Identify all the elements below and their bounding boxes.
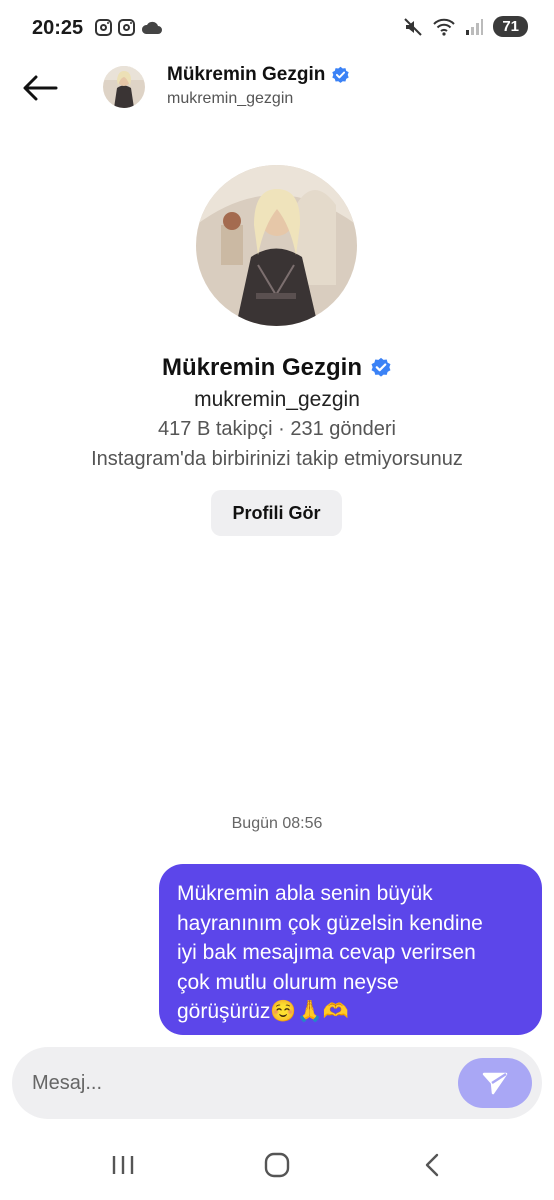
instagram-icon: [118, 19, 135, 36]
recent-apps-button[interactable]: [103, 1148, 143, 1182]
home-button[interactable]: [257, 1148, 297, 1182]
contact-username: mukremin_gezgin: [167, 90, 294, 107]
send-icon: [482, 1072, 508, 1095]
battery-icon: 71: [493, 16, 528, 37]
sent-message-bubble[interactable]: Mükremin abla senin büyük hayranınım çok…: [159, 864, 542, 1035]
message-timestamp: Bugün 08:56: [231, 815, 323, 832]
arrow-left-icon: [23, 75, 58, 101]
profile-avatar[interactable]: [196, 165, 357, 326]
instagram-icon: [95, 19, 112, 36]
send-button[interactable]: [458, 1058, 532, 1108]
header-avatar[interactable]: [103, 66, 145, 108]
recent-apps-icon: [112, 1156, 134, 1174]
profile-stats: 417 B takipçi · 231 gönderi: [158, 418, 396, 440]
back-button[interactable]: [18, 68, 62, 108]
system-icons: 71: [403, 16, 528, 37]
wifi-icon: [433, 18, 456, 36]
system-nav-bar: [0, 1130, 554, 1200]
signal-icon: [466, 18, 484, 35]
notification-icons: [95, 19, 163, 36]
profile-username: mukremin_gezgin: [194, 388, 360, 411]
message-composer: [12, 1047, 542, 1119]
header-name-row[interactable]: Mükremin Gezgin: [167, 64, 350, 86]
chevron-left-icon: [425, 1153, 439, 1177]
profile-name-row: Mükremin Gezgin: [0, 354, 554, 382]
view-profile-button[interactable]: Profili Gör: [211, 490, 342, 536]
profile-name: Mükremin Gezgin: [161, 354, 363, 381]
message-input[interactable]: [32, 1065, 432, 1101]
status-time: 20:25: [32, 17, 84, 39]
follow-status-note: Instagram'da birbirinizi takip etmiyorsu…: [91, 448, 463, 470]
verified-badge-icon: [371, 357, 391, 377]
status-bar: 20:25 71: [0, 0, 554, 58]
home-icon: [264, 1152, 290, 1178]
mute-icon: [404, 17, 423, 36]
chat-header: Mükremin Gezgin mukremin_gezgin: [0, 58, 554, 118]
contact-name: Mükremin Gezgin: [167, 64, 326, 85]
system-back-button[interactable]: [412, 1148, 452, 1182]
verified-badge-icon: [332, 66, 350, 83]
message-text: Mükremin abla senin büyük hayranınım çok…: [177, 882, 483, 1023]
cloud-icon: [141, 21, 162, 34]
